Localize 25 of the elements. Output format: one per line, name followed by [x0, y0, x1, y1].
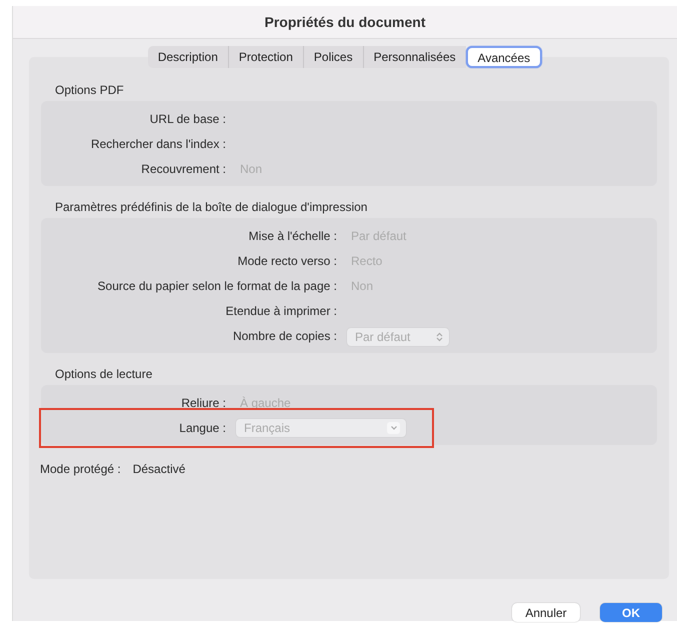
tab[interactable]: Protection: [228, 46, 304, 68]
tab[interactable]: Personnalisées: [364, 46, 466, 68]
field-label: Source du papier selon le format de la page :: [96, 278, 338, 292]
field-label: Reliure :: [180, 396, 227, 410]
field-label: Mise à l'échelle :: [248, 228, 338, 242]
tab[interactable]: Polices: [304, 46, 364, 68]
field-label: Recouvrement :: [140, 162, 227, 176]
stepper-icon: [436, 332, 443, 342]
chevron-down-icon: [390, 424, 398, 430]
field-label: Rechercher dans l'index :: [90, 136, 227, 150]
window-title: Propriétés du document: [264, 14, 426, 30]
field-label: URL de base :: [148, 112, 227, 126]
field-label: Mode recto verso :: [236, 254, 338, 268]
field-value: Désactivé: [132, 462, 186, 476]
ok-button[interactable]: OK: [600, 603, 662, 622]
field-label: Etendue à imprimer :: [224, 304, 338, 318]
section-title: Paramètres prédéfinis de la boîte de dialogue d'impression: [54, 199, 368, 216]
section-title: Options de lecture: [54, 366, 154, 383]
field-label: Mode protégé :: [40, 462, 121, 476]
tab[interactable]: Avancées: [466, 46, 542, 68]
tab[interactable]: Description: [148, 46, 229, 68]
section-title: Options PDF: [54, 82, 125, 99]
field-label: Nombre de copies :: [232, 328, 338, 342]
cancel-button[interactable]: Annuler: [512, 603, 580, 622]
field-label: Langue :: [178, 420, 227, 434]
